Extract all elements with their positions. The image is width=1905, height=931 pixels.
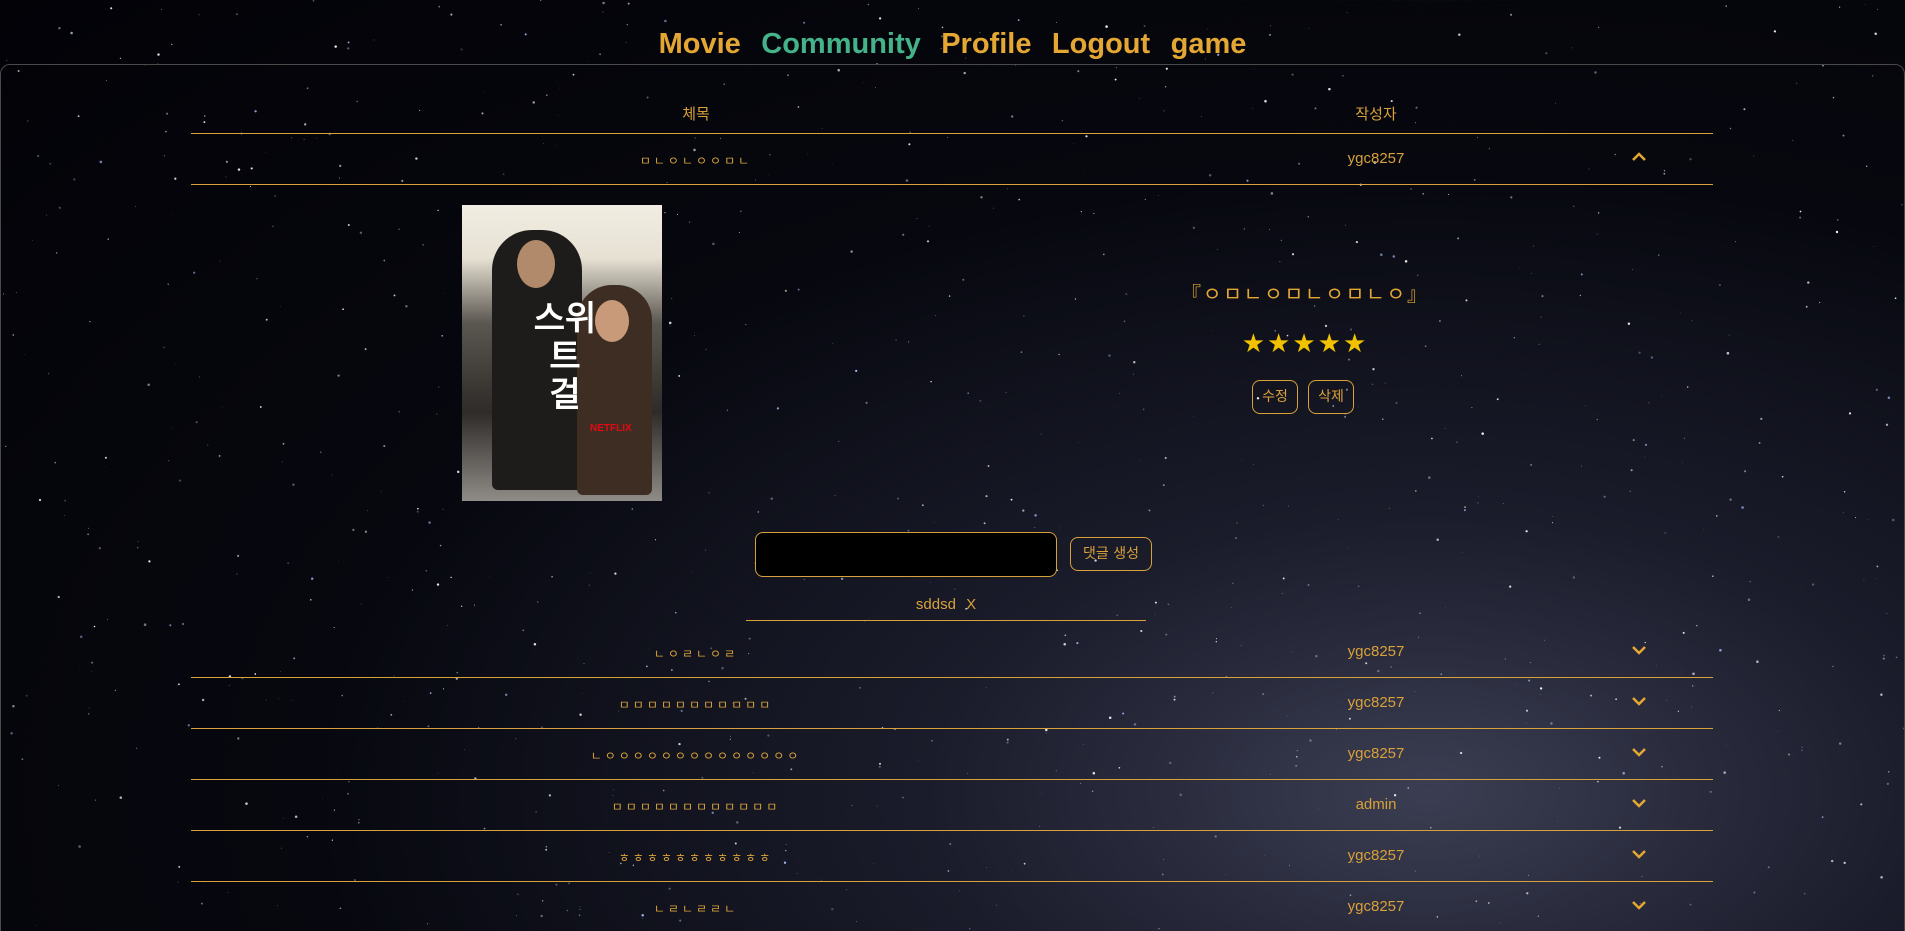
chevron-down-icon[interactable]: [1628, 894, 1650, 916]
nav-game[interactable]: game: [1171, 28, 1247, 61]
post-title: ㅁㅁㅁㅁㅁㅁㅁㅁㅁㅁㅁ: [618, 698, 774, 712]
poster-logo: NETFLIX: [590, 423, 632, 434]
post-title: ㄴㅇㄹㄴㅇㄹ: [653, 647, 739, 661]
chevron-up-icon[interactable]: [1628, 146, 1650, 168]
nav-logout[interactable]: Logout: [1052, 28, 1150, 61]
post-title: ㅎㅎㅎㅎㅎㅎㅎㅎㅎㅎㅎ: [618, 851, 774, 865]
chevron-down-icon[interactable]: [1628, 741, 1650, 763]
post-author: ygc8257: [1347, 847, 1405, 864]
nav-movie[interactable]: Movie: [659, 28, 741, 61]
chevron-down-icon[interactable]: [1628, 843, 1650, 865]
post-row[interactable]: ㄴㅇㄹㄴㅇㄹ ygc8257: [191, 627, 1713, 678]
create-comment-button[interactable]: 댓글 생성: [1070, 537, 1152, 571]
poster-title: 스위트 걸: [533, 299, 597, 415]
header-title: 체목: [682, 106, 710, 123]
post-author: ygc8257: [1347, 150, 1405, 167]
comment-divider: [746, 620, 1146, 621]
top-nav: Movie Community Profile Logout game: [0, 28, 1905, 61]
post-row[interactable]: ㅎㅎㅎㅎㅎㅎㅎㅎㅎㅎㅎ ygc8257: [191, 831, 1713, 882]
movie-poster: 스위트 걸 NETFLIX: [462, 205, 662, 501]
comment-text: sddsd: [915, 596, 956, 613]
star-rating: ★★★★★: [1241, 328, 1369, 358]
post-row[interactable]: ㄴㄹㄴㄹㄹㄴ ygc8257: [191, 882, 1713, 931]
comment-delete-button[interactable]: X: [966, 596, 976, 613]
comment-input[interactable]: [755, 532, 1057, 577]
post-author: ygc8257: [1347, 898, 1405, 915]
post-author: ygc8257: [1347, 643, 1405, 660]
chevron-down-icon[interactable]: [1628, 639, 1650, 661]
review-title: 『ㅇㅁㄴㅇㅁㄴㅇㅁㄴㅇ』: [1181, 282, 1429, 306]
post-row[interactable]: ㄴㅇㅇㅇㅇㅇㅇㅇㅇㅇㅇㅇㅇㅇㅇ ygc8257: [191, 729, 1713, 780]
post-author: ygc8257: [1347, 745, 1405, 762]
chevron-down-icon[interactable]: [1628, 690, 1650, 712]
chevron-down-icon[interactable]: [1628, 792, 1650, 814]
post-title: ㄴㄹㄴㄹㄹㄴ: [653, 902, 739, 916]
post-title: ㄴㅇㅇㅇㅇㅇㅇㅇㅇㅇㅇㅇㅇㅇㅇ: [590, 749, 802, 763]
comment-item: sddsd X: [746, 596, 1146, 613]
delete-button[interactable]: 삭제: [1308, 380, 1354, 414]
nav-community[interactable]: Community: [761, 28, 921, 61]
edit-button[interactable]: 수정: [1252, 380, 1298, 414]
open-post-row[interactable]: ㅁㄴㅇㄴㅇㅇㅁㄴ ygc8257: [191, 134, 1713, 185]
post-author: ygc8257: [1347, 694, 1405, 711]
post-row[interactable]: ㅁㅁㅁㅁㅁㅁㅁㅁㅁㅁㅁ ygc8257: [191, 678, 1713, 729]
post-row[interactable]: ㅁㅁㅁㅁㅁㅁㅁㅁㅁㅁㅁㅁ admin: [191, 780, 1713, 831]
table-header: 체목 작성자: [191, 95, 1713, 134]
post-title: ㅁㅁㅁㅁㅁㅁㅁㅁㅁㅁㅁㅁ: [611, 800, 781, 814]
post-author: admin: [1355, 796, 1397, 813]
header-author: 작성자: [1355, 106, 1397, 123]
post-title: ㅁㄴㅇㄴㅇㅇㅁㄴ: [639, 154, 753, 168]
nav-profile[interactable]: Profile: [941, 28, 1031, 61]
